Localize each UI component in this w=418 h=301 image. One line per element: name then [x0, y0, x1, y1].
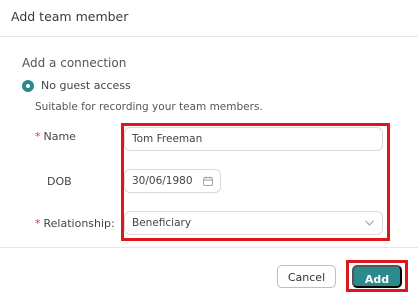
cancel-button[interactable]: Cancel: [277, 265, 336, 288]
required-mark: *: [35, 217, 41, 230]
add-team-member-dialog: Add team member Add a connection No gues…: [0, 0, 418, 301]
radio-label[interactable]: No guest access: [41, 79, 131, 92]
calendar-icon[interactable]: [203, 176, 213, 186]
name-input[interactable]: Tom Freeman: [124, 127, 383, 151]
relationship-label-text: Relationship:: [43, 217, 115, 230]
dob-value: 30/06/1980: [132, 175, 193, 187]
dialog-title: Add team member: [11, 9, 129, 24]
chevron-down-icon[interactable]: [365, 220, 374, 226]
dob-input[interactable]: 30/06/1980: [124, 169, 221, 193]
name-label: * Name: [35, 130, 76, 143]
name-label-text: Name: [43, 130, 76, 143]
relationship-value: Beneficiary: [132, 217, 192, 229]
relationship-label: * Relationship:: [35, 217, 115, 230]
radio-description: Suitable for recording your team members…: [35, 101, 263, 113]
relationship-select[interactable]: Beneficiary: [124, 211, 383, 235]
dialog-header: Add team member: [0, 0, 418, 37]
name-value: Tom Freeman: [132, 133, 203, 145]
section-label: Add a connection: [22, 56, 127, 70]
no-guest-access-radio[interactable]: [22, 80, 34, 92]
dob-label: DOB: [47, 175, 72, 188]
footer-divider: [0, 247, 418, 248]
add-button[interactable]: Add: [352, 265, 402, 288]
required-mark: *: [35, 130, 41, 143]
